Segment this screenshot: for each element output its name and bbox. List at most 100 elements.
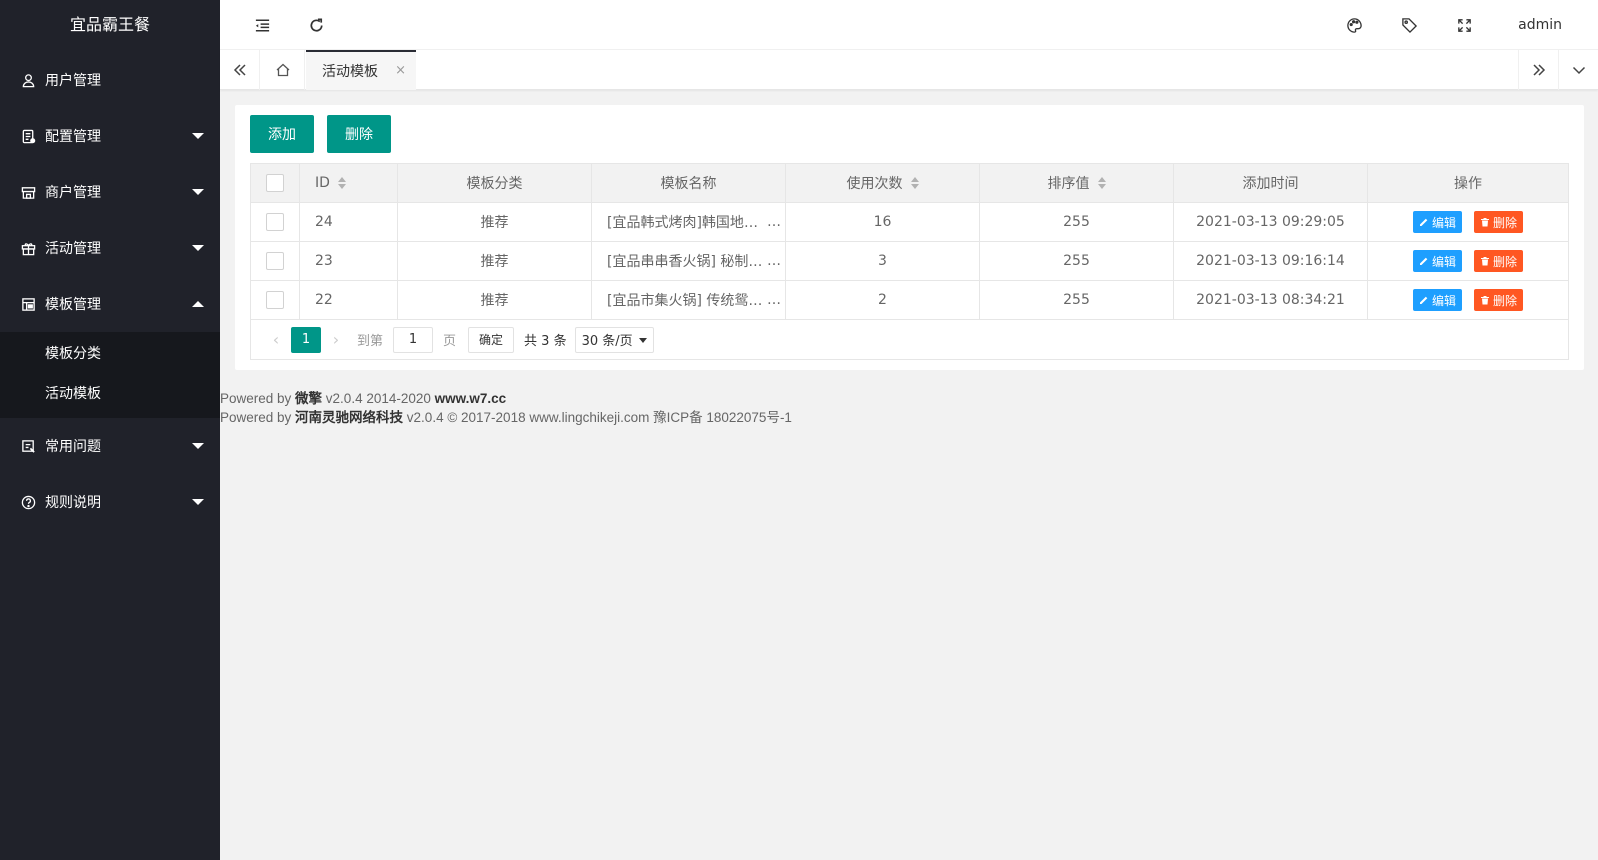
- column-header: 排序值: [1047, 176, 1090, 192]
- cell-id: 24: [300, 203, 398, 241]
- help-icon: [20, 494, 36, 510]
- pencil-icon: [1419, 257, 1428, 265]
- delete-button[interactable]: 删除: [1474, 289, 1524, 311]
- cell-uses: 2: [786, 281, 980, 319]
- header-cell-sort[interactable]: 排序值: [980, 164, 1174, 202]
- select-all-checkbox[interactable]: [266, 174, 284, 192]
- submenu-item-template-category[interactable]: 模板分类: [0, 334, 220, 374]
- sidebar-item-label: 用户管理: [45, 73, 101, 89]
- app-logo-title[interactable]: 宜品霸王餐: [0, 0, 220, 50]
- cell-uses: 16: [786, 203, 980, 241]
- next-page-icon[interactable]: ›: [321, 330, 351, 349]
- chevron-up-icon: [192, 301, 204, 307]
- sidebar-item-label: 活动管理: [45, 241, 101, 257]
- cell-sort: 255: [980, 242, 1174, 280]
- current-page[interactable]: 1: [291, 326, 321, 353]
- edit-button[interactable]: 编辑: [1412, 289, 1462, 311]
- cell-actions: 编辑 删除: [1368, 203, 1568, 241]
- sidebar-item-users[interactable]: 用户管理: [0, 52, 220, 108]
- delete-button[interactable]: 删除: [1474, 250, 1524, 272]
- footer-brand-link[interactable]: 微擎: [295, 391, 322, 406]
- total-count: 共 3 条: [524, 334, 567, 349]
- delete-button[interactable]: 删除: [1474, 211, 1524, 233]
- faq-icon: [20, 438, 36, 454]
- cell-actions: 编辑 删除: [1368, 242, 1568, 280]
- edit-button[interactable]: 编辑: [1412, 250, 1462, 272]
- pencil-icon: [1419, 218, 1428, 226]
- header-cell-time: 添加时间: [1174, 164, 1368, 202]
- close-icon[interactable]: ×: [395, 63, 406, 78]
- row-checkbox[interactable]: [266, 291, 284, 309]
- chevron-down-icon: [192, 245, 204, 251]
- header-cell-uses[interactable]: 使用次数: [786, 164, 980, 202]
- tabs-scroll-left-icon[interactable]: [220, 50, 260, 90]
- template-name: [宜品韩式烤肉]韩国地域风情: [607, 215, 767, 231]
- sidebar-item-rules[interactable]: 规则说明: [0, 474, 220, 530]
- table-header-row: ID 模板分类 模板名称 使用次数 排序值 添加时间 操作: [251, 164, 1568, 203]
- footer-text: Powered by: [220, 391, 296, 406]
- table-row: 22 推荐 [宜品市集火锅] 传统鸳鸯锅… 2 255 2021-03-13 0…: [251, 281, 1568, 320]
- column-header: 添加时间: [1242, 176, 1299, 192]
- refresh-icon[interactable]: [296, 0, 336, 50]
- edit-label: 编辑: [1431, 293, 1456, 308]
- header-cell-name: 模板名称: [592, 164, 786, 202]
- row-checkbox[interactable]: [266, 252, 284, 270]
- sort-icon[interactable]: [910, 177, 919, 189]
- column-header: ID: [315, 175, 330, 191]
- cell-name: [宜品市集火锅] 传统鸳鸯锅…: [592, 281, 786, 319]
- tag-icon[interactable]: [1389, 0, 1429, 50]
- submenu-item-activity-template[interactable]: 活动模板: [0, 374, 220, 414]
- column-header: 模板名称: [660, 176, 717, 192]
- sort-icon[interactable]: [337, 177, 346, 189]
- confirm-page-button[interactable]: 确定: [468, 326, 515, 353]
- tabs-menu-chevron-down-icon[interactable]: [1558, 50, 1598, 90]
- ellipsis: …: [767, 253, 781, 269]
- header-cell-id[interactable]: ID: [300, 164, 398, 202]
- ellipsis: …: [767, 292, 781, 308]
- footer-company-link[interactable]: 河南灵驰网络科技: [295, 410, 403, 425]
- goto-label: 到第: [357, 334, 384, 349]
- trash-icon: [1481, 257, 1489, 266]
- cell-category: 推荐: [398, 242, 592, 280]
- sidebar-item-activities[interactable]: 活动管理: [0, 220, 220, 276]
- column-header: 使用次数: [846, 176, 903, 192]
- table-row: 23 推荐 [宜品串串香火锅] 秘制锅底… 3 255 2021-03-13 0…: [251, 242, 1568, 281]
- header-cell-actions: 操作: [1368, 164, 1568, 202]
- sidebar: 宜品霸王餐 用户管理 配置管理 商户管理 活动管理 模板管理 模板分类 活动模板…: [0, 0, 220, 860]
- fullscreen-icon[interactable]: [1444, 0, 1484, 50]
- page-label: 页: [443, 334, 457, 349]
- sidebar-item-label: 商户管理: [45, 185, 101, 201]
- tab-label: 活动模板: [322, 64, 378, 80]
- theme-palette-icon[interactable]: [1334, 0, 1374, 50]
- tab-activity-template[interactable]: 活动模板 ×: [306, 50, 416, 90]
- column-header: 模板分类: [466, 176, 523, 192]
- cell-uses: 3: [786, 242, 980, 280]
- sidebar-item-merchants[interactable]: 商户管理: [0, 164, 220, 220]
- sort-icon[interactable]: [1097, 177, 1106, 189]
- cell-name: [宜品韩式烤肉]韩国地域风情…: [592, 203, 786, 241]
- template-name: [宜品市集火锅] 传统鸳鸯锅: [607, 293, 767, 309]
- row-checkbox-cell: [251, 281, 300, 319]
- page-size-select[interactable]: 30 条/页: [574, 326, 654, 353]
- config-icon: [20, 128, 36, 144]
- gift-icon: [20, 240, 36, 256]
- sidebar-item-faq[interactable]: 常用问题: [0, 418, 220, 474]
- footer-line-2: Powered by 河南灵驰网络科技 v2.0.4 © 2017-2018 w…: [220, 408, 792, 427]
- edit-button[interactable]: 编辑: [1412, 211, 1462, 233]
- row-checkbox[interactable]: [266, 213, 284, 231]
- footer-site-link[interactable]: www.w7.cc: [435, 391, 507, 406]
- collapse-menu-icon[interactable]: [242, 0, 282, 50]
- cell-category: 推荐: [398, 203, 592, 241]
- page-size-value: 30 条/页: [581, 334, 633, 349]
- batch-delete-button[interactable]: 删除: [327, 115, 391, 153]
- column-header: 操作: [1454, 176, 1482, 192]
- page-jump-input[interactable]: [393, 326, 434, 353]
- prev-page-icon[interactable]: ‹: [261, 330, 291, 349]
- add-button[interactable]: 添加: [250, 115, 314, 153]
- footer-text: Powered by: [220, 410, 296, 425]
- tabs-scroll-right-icon[interactable]: [1518, 50, 1558, 90]
- home-icon[interactable]: [261, 50, 305, 90]
- sidebar-item-templates[interactable]: 模板管理: [0, 276, 220, 332]
- sidebar-item-config[interactable]: 配置管理: [0, 108, 220, 164]
- user-menu-admin[interactable]: admin: [1518, 0, 1562, 50]
